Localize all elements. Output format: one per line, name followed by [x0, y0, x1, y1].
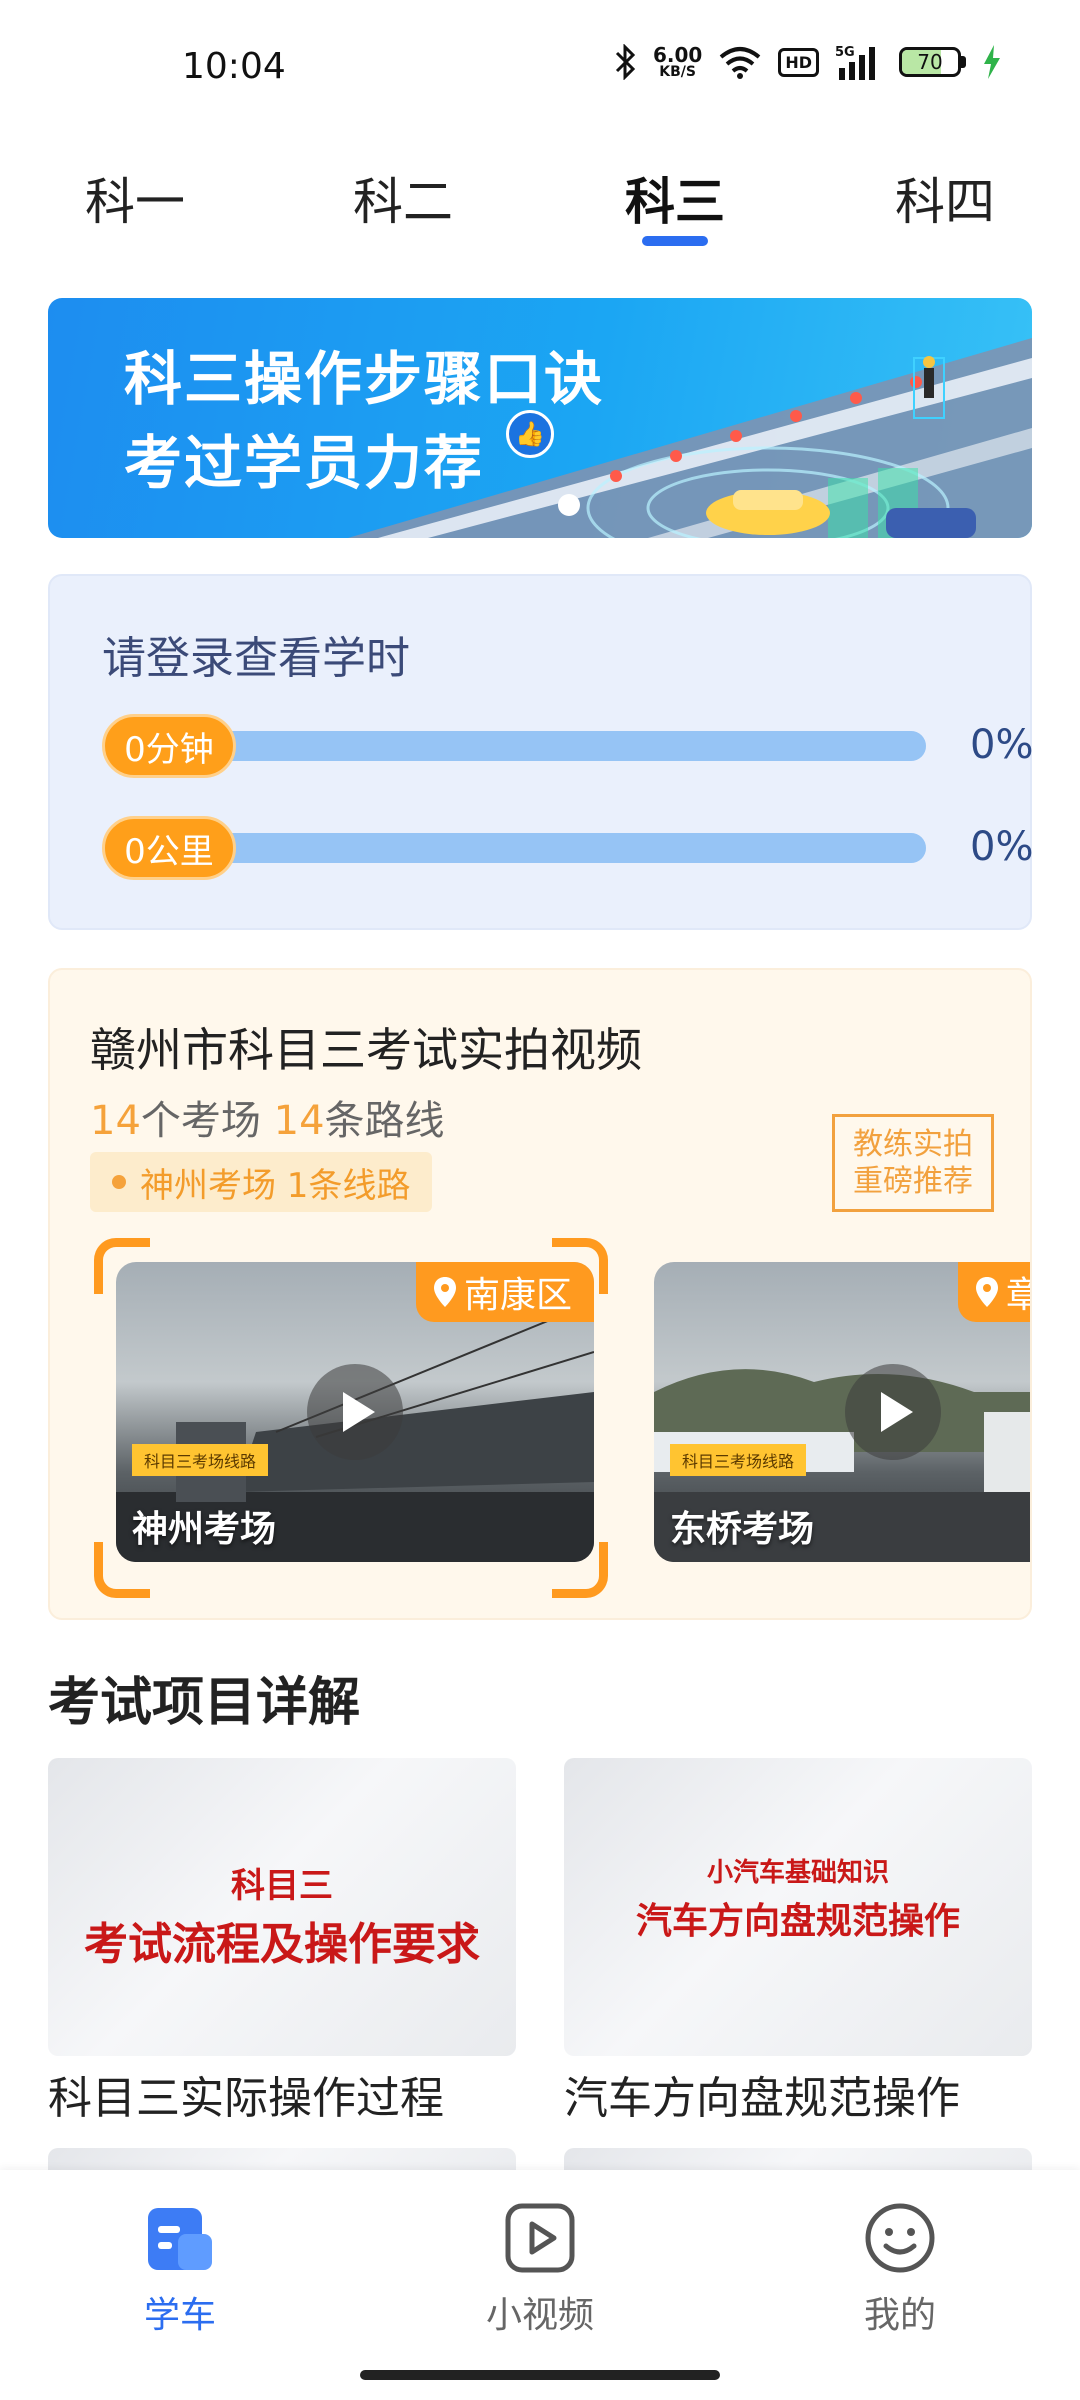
course-headline: 考试流程及操作要求: [84, 1919, 480, 1970]
location-pin-icon: [976, 1277, 998, 1307]
route-tag: 科目三考场线路: [670, 1444, 807, 1476]
hd-badge: HD: [778, 47, 819, 77]
venues-count: 14: [90, 1098, 141, 1144]
thumbs-up-icon: 👍: [506, 410, 554, 458]
tab-subject-3[interactable]: 科三: [590, 162, 760, 234]
course-label-2[interactable]: 汽车方向盘规范操作: [564, 2062, 960, 2126]
play-button[interactable]: [845, 1364, 941, 1460]
nav-label: 小视频: [485, 2295, 594, 2336]
duration-progress: 0分钟 0%: [102, 714, 1033, 778]
exam-video-card: 赣州市科目三考试实拍视频 14个考场 14条路线 神州考场 1条线路 教练实拍 …: [48, 968, 1032, 1620]
course-card-2[interactable]: 小汽车基础知识 汽车方向盘规范操作: [564, 1758, 1032, 2056]
play-button[interactable]: [307, 1364, 403, 1460]
study-time-card[interactable]: 请登录查看学时 0分钟 0% 0公里 0%: [48, 574, 1033, 930]
venue-name: 神州考场: [132, 1509, 277, 1550]
active-tab-indicator: [642, 236, 708, 246]
distance-percent: 0%: [970, 824, 1034, 870]
bluetooth-icon: [615, 44, 636, 80]
venue-chip-label: 神州考场 1条线路: [140, 1165, 411, 1206]
nav-label: 我的: [863, 2295, 936, 2336]
location-badge: 章: [958, 1262, 1030, 1322]
bottom-navigation: 学车 小视频 我的: [0, 2170, 1080, 2400]
course-headline: 汽车方向盘规范操作: [635, 1900, 960, 1942]
signal-5g-icon: 5G: [835, 45, 875, 80]
exam-video-title: 赣州市科目三考试实拍视频: [90, 1023, 642, 1077]
nav-label: 学车: [143, 2295, 216, 2336]
svg-text:5G: 5G: [835, 45, 855, 60]
status-icons: 6.00 KB/S HD 5G 70: [615, 44, 1002, 80]
promo-banner[interactable]: 科三操作步骤口诀 考过学员力荐 👍: [48, 298, 1032, 538]
carousel-dot: [558, 494, 580, 516]
tab-subject-2[interactable]: 科二: [318, 162, 488, 234]
subject-tabs: 科一 科二 科三 科四: [0, 150, 1080, 260]
course-label-1[interactable]: 科目三实际操作过程: [48, 2062, 444, 2126]
chip-bullet: [112, 1175, 126, 1189]
location-pin-icon: [433, 1277, 456, 1307]
tab-subject-1[interactable]: 科一: [50, 162, 220, 234]
duration-value-pill: 0分钟: [102, 714, 236, 778]
route-tag: 科目三考场线路: [132, 1444, 269, 1476]
location-badge: 南康区: [415, 1262, 594, 1322]
nav-short-video[interactable]: 小视频: [440, 2200, 640, 2338]
battery-indicator: 70: [899, 47, 966, 77]
distance-progress: 0公里 0%: [102, 816, 1033, 880]
status-bar: 10:04 6.00 KB/S HD 5G 70: [0, 0, 1080, 130]
banner-line2: 考过学员力荐: [124, 429, 485, 497]
play-icon: [881, 1392, 913, 1432]
routes-count: 14: [273, 1098, 325, 1144]
video-card-shenzhou[interactable]: 南康区 科目三考场线路 神州考场: [116, 1262, 594, 1562]
duration-progress-track: [202, 731, 926, 761]
section-title-exam-items: 考试项目详解: [48, 1673, 361, 1733]
duration-percent: 0%: [970, 722, 1034, 768]
learn-car-icon: [142, 2200, 218, 2276]
venue-filter-chip[interactable]: 神州考场 1条线路: [90, 1152, 433, 1212]
course-subtitle: 科目三: [231, 1866, 333, 1906]
course-card-1[interactable]: 科目三 考试流程及操作要求: [48, 1758, 516, 2056]
nav-mine[interactable]: 我的: [800, 2200, 1000, 2338]
video-card-dongqiao[interactable]: 章 科目三考场线路 东桥考场: [654, 1262, 1030, 1562]
home-indicator[interactable]: [360, 2370, 720, 2380]
network-speed: 6.00 KB/S: [652, 43, 703, 80]
distance-progress-track: [202, 833, 926, 863]
smiley-icon: [862, 2200, 938, 2276]
course-subtitle: 小汽车基础知识: [706, 1858, 889, 1888]
distance-value-pill: 0公里: [102, 816, 236, 880]
coach-recommend-badge: 教练实拍 重磅推荐: [832, 1114, 994, 1212]
wifi-icon: [720, 47, 761, 79]
login-prompt[interactable]: 请登录查看学时: [102, 622, 410, 686]
exam-stats: 14个考场 14条路线: [90, 1098, 445, 1144]
tab-subject-4[interactable]: 科四: [860, 162, 1030, 234]
nav-learn-car[interactable]: 学车: [80, 2200, 280, 2338]
play-icon: [343, 1392, 375, 1432]
venue-name: 东桥考场: [670, 1509, 815, 1550]
banner-line1: 科三操作步骤口诀: [124, 345, 605, 413]
status-time: 10:04: [182, 46, 286, 87]
charging-icon: [984, 45, 1000, 79]
video-play-icon: [502, 2200, 578, 2276]
